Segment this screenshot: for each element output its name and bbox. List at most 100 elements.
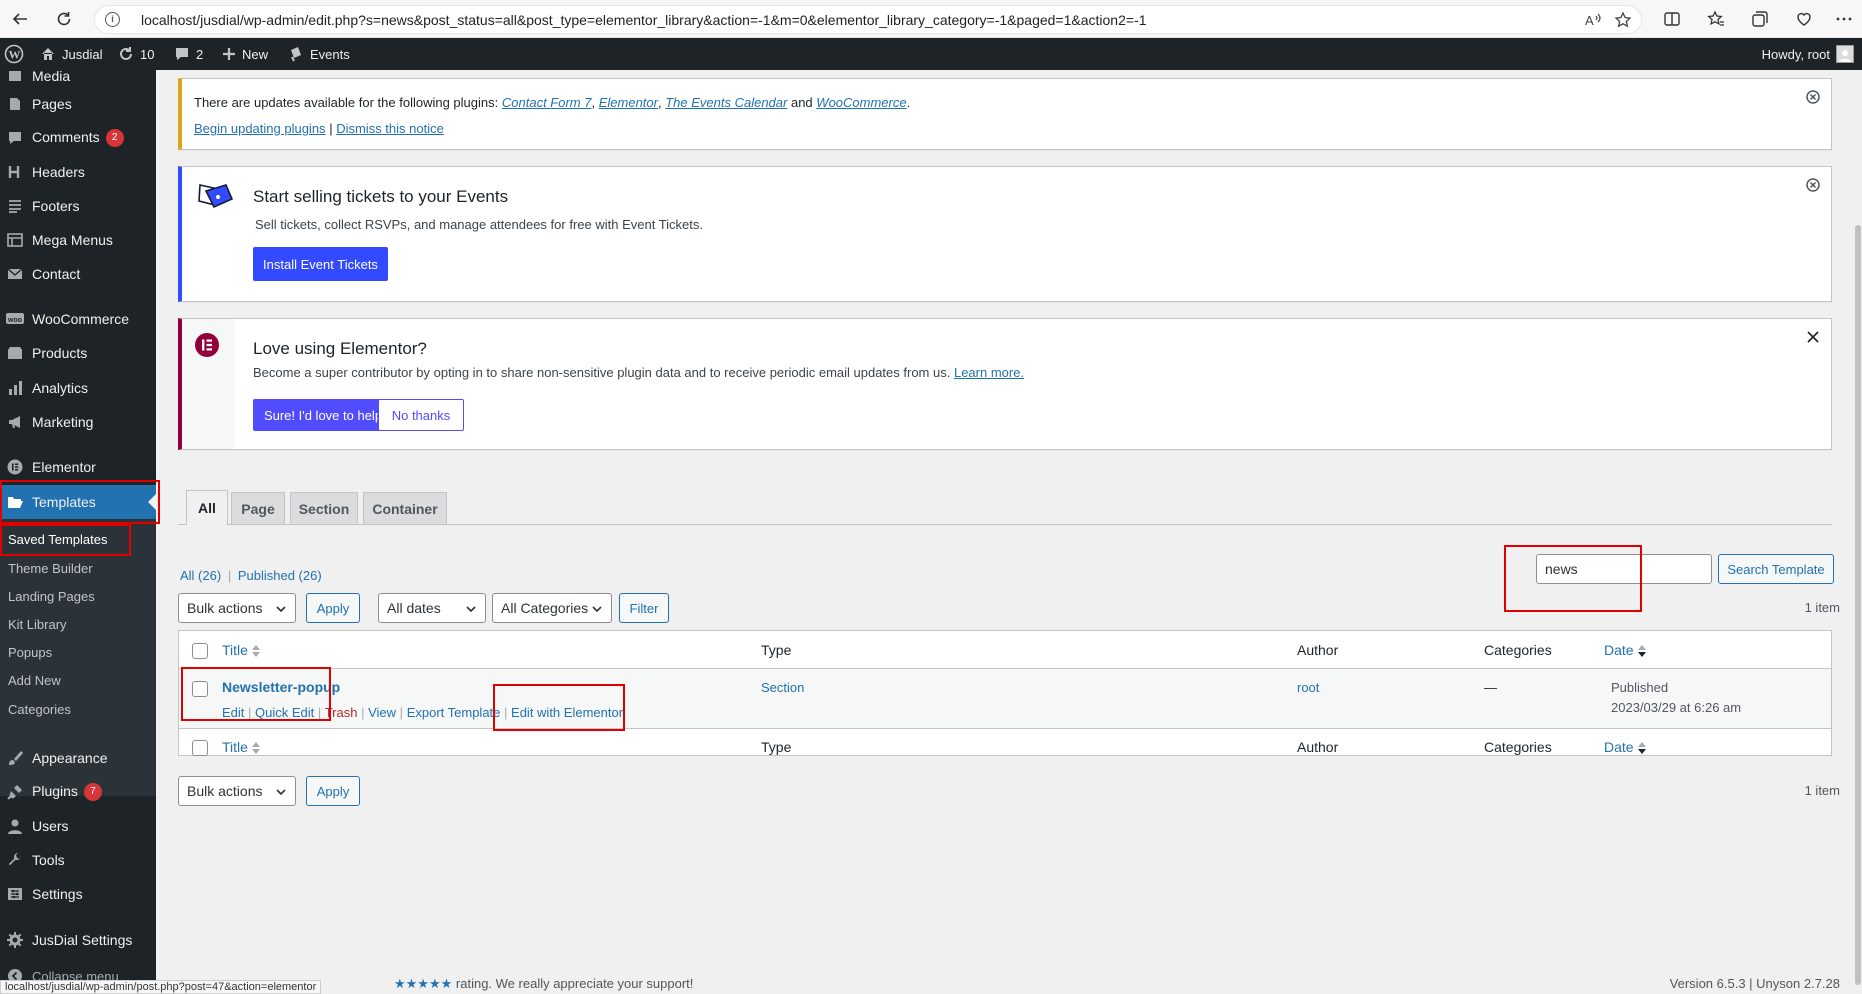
tickets-notice-title: Start selling tickets to your Events — [253, 187, 509, 206]
begin-updating-link[interactable]: Begin updating plugins — [194, 121, 326, 136]
quick-edit-action[interactable]: Quick Edit — [255, 705, 314, 720]
read-aloud-icon[interactable]: A — [1581, 8, 1605, 32]
apply-button-top[interactable]: Apply — [306, 593, 360, 623]
date-column-header[interactable]: Date — [1604, 642, 1646, 658]
chevron-down-icon — [591, 603, 603, 615]
media-icon — [6, 70, 24, 85]
title-column-footer[interactable]: Title — [222, 739, 260, 755]
scrollbar-thumb[interactable] — [1855, 225, 1861, 985]
favorite-star-icon[interactable] — [1611, 8, 1635, 32]
new-content-link[interactable]: New — [222, 38, 268, 70]
select-all-checkbox-footer[interactable] — [192, 740, 208, 756]
trash-action[interactable]: Trash — [325, 705, 358, 720]
sidebar-item-marketing[interactable]: Marketing — [0, 406, 156, 438]
search-input[interactable]: news — [1536, 554, 1712, 584]
dates-select[interactable]: All dates — [378, 593, 486, 623]
sidebar-item-label: Marketing — [32, 414, 94, 430]
collections-icon[interactable] — [1748, 7, 1772, 31]
tab-all[interactable]: All — [186, 490, 228, 525]
event-tickets-notice: Start selling tickets to your Events Sel… — [178, 166, 1832, 302]
sidebar-item-products[interactable]: Products — [0, 337, 156, 369]
back-arrow-icon[interactable] — [8, 7, 32, 31]
address-bar[interactable]: i localhost/jusdial/wp-admin/edit.php?s=… — [94, 5, 1642, 34]
title-column-header[interactable]: Title — [222, 642, 260, 658]
submenu-landing-pages[interactable]: Landing Pages — [0, 582, 156, 610]
split-screen-icon[interactable] — [1660, 7, 1684, 31]
sidebar-item-appearance[interactable]: Appearance — [0, 742, 156, 774]
sidebar-item-pages[interactable]: Pages — [0, 88, 156, 120]
rating-stars-link[interactable]: ★★★★★ — [394, 976, 452, 991]
sidebar-item-plugins[interactable]: Plugins 7 — [0, 776, 156, 808]
url-text[interactable]: localhost/jusdial/wp-admin/edit.php?s=ne… — [141, 12, 1147, 28]
sidebar-item-contact[interactable]: Contact — [0, 258, 156, 290]
my-account-link[interactable]: Howdy, root — [1762, 38, 1854, 70]
wordpress-logo-icon[interactable]: W — [4, 38, 24, 70]
plugin-link-woocommerce[interactable]: WooCommerce — [816, 95, 906, 110]
dismiss-notice-link[interactable]: Dismiss this notice — [336, 121, 444, 136]
sidebar-item-users[interactable]: Users — [0, 810, 156, 842]
type-link[interactable]: Section — [761, 680, 804, 695]
sidebar-item-comments[interactable]: Comments 2 — [0, 122, 156, 154]
sidebar-item-jusdial-settings[interactable]: JusDial Settings — [0, 924, 156, 956]
submenu-categories[interactable]: Categories — [0, 695, 156, 723]
author-link[interactable]: root — [1297, 680, 1319, 695]
sidebar-item-headers[interactable]: Headers — [0, 156, 156, 188]
filter-button[interactable]: Filter — [619, 593, 669, 623]
date-column-footer[interactable]: Date — [1604, 739, 1646, 755]
sidebar-item-footers[interactable]: Footers — [0, 190, 156, 222]
favorites-icon[interactable] — [1704, 7, 1728, 31]
published-link[interactable]: Published (26) — [238, 568, 322, 583]
install-event-tickets-button[interactable]: Install Event Tickets — [253, 247, 388, 281]
sidebar-item-elementor[interactable]: Elementor — [0, 451, 156, 483]
site-name-link[interactable]: Jusdial — [40, 38, 102, 70]
submenu-kit-library[interactable]: Kit Library — [0, 610, 156, 638]
select-all-checkbox[interactable] — [192, 643, 208, 659]
view-action[interactable]: View — [368, 705, 396, 720]
submenu-add-new[interactable]: Add New — [0, 666, 156, 694]
sidebar-item-mega-menus[interactable]: Mega Menus — [0, 224, 156, 256]
close-icon[interactable] — [1805, 329, 1821, 345]
edit-action[interactable]: Edit — [222, 705, 244, 720]
bulk-actions-select[interactable]: Bulk actions — [178, 593, 296, 623]
plugin-link-events-calendar[interactable]: The Events Calendar — [665, 95, 787, 110]
template-title-link[interactable]: Newsletter-popup — [222, 679, 340, 695]
info-icon[interactable]: i — [105, 12, 120, 27]
plugin-link-contact-form-7[interactable]: Contact Form 7 — [502, 95, 592, 110]
row-checkbox[interactable] — [192, 681, 208, 697]
export-template-action[interactable]: Export Template — [407, 705, 501, 720]
no-thanks-button[interactable]: No thanks — [378, 399, 464, 431]
tab-page[interactable]: Page — [231, 492, 285, 524]
search-template-button[interactable]: Search Template — [1718, 554, 1834, 584]
submenu-popups[interactable]: Popups — [0, 638, 156, 666]
sidebar-item-woocommerce[interactable]: woo WooCommerce — [0, 303, 156, 335]
learn-more-link[interactable]: Learn more. — [954, 365, 1024, 380]
plugin-link-elementor[interactable]: Elementor — [599, 95, 658, 110]
close-icon[interactable] — [1805, 89, 1821, 105]
row-actions: Edit | Quick Edit | Trash | View | Expor… — [222, 705, 624, 720]
submenu-theme-builder[interactable]: Theme Builder — [0, 554, 156, 582]
sidebar-item-label: Footers — [32, 198, 80, 214]
refresh-icon[interactable] — [52, 7, 76, 31]
edit-with-elementor-action[interactable]: Edit with Elementor — [511, 705, 623, 720]
browser-essentials-icon[interactable] — [1792, 7, 1816, 31]
all-link[interactable]: All (26) — [180, 568, 221, 583]
tab-section[interactable]: Section — [290, 492, 358, 524]
comments-link[interactable]: 2 — [174, 38, 203, 70]
sidebar-item-settings[interactable]: Settings — [0, 878, 156, 910]
sidebar-item-analytics[interactable]: Analytics — [0, 372, 156, 404]
scrollbar-track[interactable] — [1854, 70, 1862, 994]
plug-icon — [6, 783, 24, 801]
categories-select[interactable]: All Categories — [492, 593, 612, 623]
submenu-saved-templates[interactable]: Saved Templates — [0, 525, 156, 553]
opt-in-button[interactable]: Sure! I'd love to help — [253, 399, 393, 431]
close-icon[interactable] — [1805, 177, 1821, 193]
apply-button-bottom[interactable]: Apply — [306, 776, 360, 806]
bulk-actions-select-bottom[interactable]: Bulk actions — [178, 776, 296, 806]
more-options-icon[interactable] — [1832, 7, 1856, 31]
sidebar-item-label: Products — [32, 345, 88, 361]
events-link[interactable]: Events — [288, 38, 350, 70]
sidebar-item-tools[interactable]: Tools — [0, 844, 156, 876]
sidebar-item-templates[interactable]: Templates — [0, 485, 156, 519]
tab-container[interactable]: Container — [363, 492, 447, 524]
updates-link[interactable]: 10 — [118, 38, 154, 70]
